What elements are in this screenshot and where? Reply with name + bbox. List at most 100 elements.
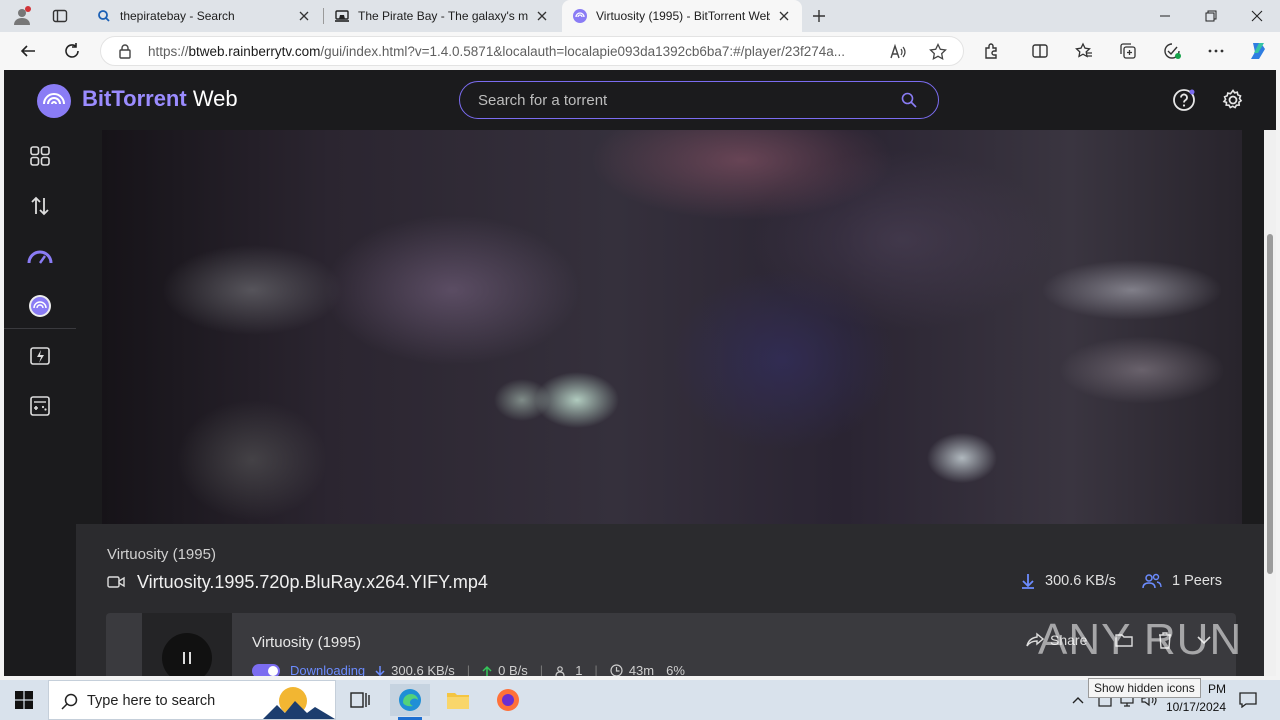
clock-icon bbox=[610, 664, 623, 676]
task-view-button[interactable] bbox=[340, 684, 380, 716]
firefox-icon bbox=[496, 688, 520, 712]
peers-icon bbox=[555, 665, 569, 677]
close-tab-icon[interactable] bbox=[534, 8, 550, 24]
tab-title: The Pirate Bay - The galaxy's most resil… bbox=[358, 9, 528, 23]
video-player[interactable] bbox=[102, 130, 1242, 524]
settings-gear-icon[interactable] bbox=[1221, 88, 1245, 112]
torrent-card-title: Virtuosity (1995) bbox=[252, 634, 361, 651]
download-arrow-icon bbox=[1021, 573, 1035, 589]
sidebar bbox=[4, 130, 76, 676]
tab-title: thepiratebay - Search bbox=[120, 9, 235, 23]
favorites-icon[interactable] bbox=[1070, 37, 1098, 65]
sidebar-item-boost[interactable] bbox=[26, 342, 54, 370]
sidebar-item-transfers[interactable] bbox=[26, 192, 54, 220]
sidebar-item-torrents[interactable] bbox=[26, 142, 54, 170]
status-label: Downloading bbox=[290, 663, 366, 676]
tab-title: Virtuosity (1995) - BitTorrent Web bbox=[596, 9, 770, 23]
lock-icon[interactable] bbox=[117, 43, 133, 59]
bittorrent-logo-icon[interactable] bbox=[36, 83, 72, 119]
folder-icon bbox=[446, 690, 470, 710]
card-download-speed: 300.6 KB/s bbox=[391, 663, 455, 676]
taskbar-edge[interactable] bbox=[390, 684, 430, 716]
close-tab-icon[interactable] bbox=[296, 8, 312, 24]
card-time-left: 43m bbox=[628, 663, 655, 676]
brand-logo-text[interactable]: BitTorrent Web bbox=[82, 86, 238, 112]
scrollbar-thumb[interactable] bbox=[1267, 234, 1273, 574]
search-icon bbox=[96, 8, 112, 24]
brand-right: Web bbox=[186, 86, 238, 111]
tab-bittorrent-web[interactable]: Virtuosity (1995) - BitTorrent Web bbox=[562, 0, 802, 32]
sidebar-item-games[interactable] bbox=[26, 392, 54, 420]
browser-essentials-icon[interactable] bbox=[1158, 37, 1186, 65]
url-text[interactable]: https://btweb.rainberrytv.com/gui/index.… bbox=[148, 44, 878, 59]
search-icon bbox=[61, 692, 79, 710]
video-letterbox-left bbox=[76, 130, 102, 524]
search-icon[interactable] bbox=[900, 91, 918, 109]
windows-logo-icon bbox=[15, 691, 33, 709]
pause-icon bbox=[180, 651, 194, 665]
sidebar-item-player[interactable] bbox=[26, 292, 54, 320]
favorite-star-icon[interactable] bbox=[929, 43, 947, 61]
refresh-button[interactable] bbox=[58, 37, 86, 65]
peers-icon bbox=[1142, 573, 1162, 589]
taskbar-search-placeholder: Type here to search bbox=[87, 693, 216, 709]
separator: | bbox=[466, 663, 471, 676]
more-options-icon[interactable] bbox=[1202, 37, 1230, 65]
gamepad-icon bbox=[29, 395, 51, 417]
pause-button[interactable] bbox=[162, 633, 212, 676]
tab-actions-icon[interactable] bbox=[44, 0, 76, 32]
taskbar-firefox[interactable] bbox=[488, 684, 528, 716]
restore-button[interactable] bbox=[1188, 0, 1234, 32]
address-bar[interactable]: https://btweb.rainberrytv.com/gui/index.… bbox=[100, 36, 964, 66]
extensions-icon[interactable] bbox=[978, 37, 1006, 65]
download-arrow-icon bbox=[375, 665, 385, 677]
transfer-icon bbox=[29, 195, 51, 217]
taskbar-search-box[interactable]: Type here to search bbox=[48, 680, 336, 720]
bittorrent-player-icon bbox=[28, 294, 52, 318]
download-toggle[interactable] bbox=[252, 663, 280, 676]
torrent-search-input[interactable] bbox=[478, 89, 888, 111]
sidebar-divider bbox=[4, 328, 76, 329]
new-tab-button[interactable] bbox=[804, 0, 834, 32]
read-aloud-icon[interactable] bbox=[889, 43, 907, 61]
clock-date: 10/17/2024 bbox=[1165, 700, 1226, 714]
taskbar-file-explorer[interactable] bbox=[438, 684, 478, 716]
video-file-icon bbox=[107, 575, 125, 589]
collections-icon[interactable] bbox=[1114, 37, 1142, 65]
minimize-button[interactable] bbox=[1142, 0, 1188, 32]
player-title: Virtuosity (1995) bbox=[107, 546, 216, 563]
url-host: btweb.rainberrytv.com bbox=[188, 44, 321, 59]
player-peers: 1 Peers bbox=[1142, 573, 1222, 589]
profile-avatar-icon[interactable] bbox=[6, 0, 38, 32]
close-window-button[interactable] bbox=[1234, 0, 1280, 32]
brand-left: BitTorrent bbox=[82, 86, 187, 111]
split-screen-icon[interactable] bbox=[1026, 37, 1054, 65]
sidebar-item-speed[interactable] bbox=[26, 242, 54, 270]
card-peers: 1 bbox=[575, 663, 583, 676]
page-scrollbar[interactable] bbox=[1264, 130, 1276, 676]
tooltip: Show hidden icons bbox=[1088, 678, 1201, 698]
start-button[interactable] bbox=[4, 684, 44, 716]
flash-icon bbox=[29, 345, 51, 367]
app-header: BitTorrent Web bbox=[4, 70, 1276, 130]
chevron-up-icon bbox=[1072, 696, 1084, 704]
tab-piratebay-home[interactable]: The Pirate Bay - The galaxy's most resil… bbox=[324, 0, 560, 32]
bittorrent-icon bbox=[572, 8, 588, 24]
player-download-speed: 300.6 KB/s bbox=[1021, 573, 1116, 589]
tab-piratebay-search[interactable]: thepiratebay - Search bbox=[86, 0, 322, 32]
close-tab-icon[interactable] bbox=[776, 8, 792, 24]
separator: | bbox=[539, 663, 544, 676]
watermark-text: ANY RUN bbox=[1038, 615, 1243, 664]
pirate-ship-icon bbox=[334, 8, 350, 24]
video-file-name: Virtuosity.1995.720p.BluRay.x264.YIFY.mp… bbox=[137, 571, 488, 592]
download-speed-value: 300.6 KB/s bbox=[1045, 573, 1116, 589]
copilot-icon[interactable] bbox=[1244, 37, 1272, 65]
help-icon[interactable] bbox=[1172, 88, 1196, 112]
bittorrent-web-app: BitTorrent Web Search for a torrent Virt… bbox=[4, 70, 1276, 676]
back-button[interactable] bbox=[14, 37, 42, 65]
torrent-search-box[interactable] bbox=[459, 81, 939, 119]
task-view-icon bbox=[350, 691, 370, 709]
grid-icon bbox=[29, 145, 51, 167]
notifications-button[interactable] bbox=[1228, 684, 1268, 716]
url-path: /gui/index.html?v=1.4.0.5871&localauth=l… bbox=[320, 44, 845, 59]
